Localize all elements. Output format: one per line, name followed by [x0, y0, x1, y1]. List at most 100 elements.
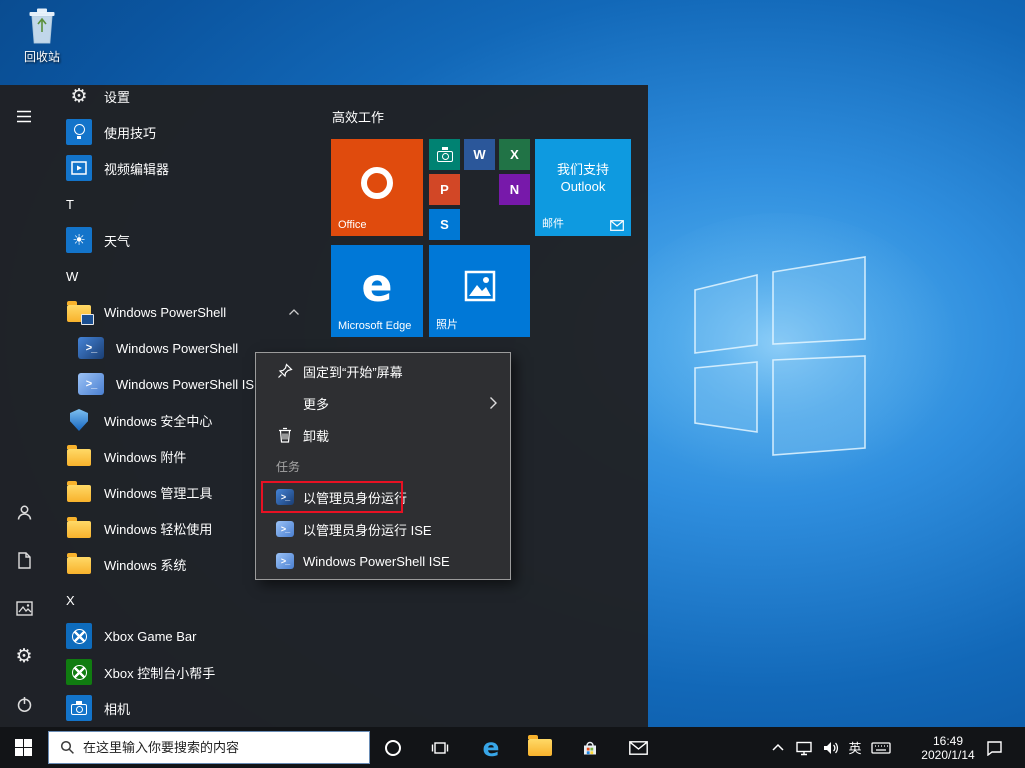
app-folder-powershell-expanded[interactable]: Windows PowerShell — [48, 294, 310, 330]
mail-tile-text: 我们支持 Outlook — [535, 139, 631, 195]
lightbulb-icon — [66, 119, 92, 145]
app-item-weather[interactable]: 天气 — [48, 222, 310, 258]
tile-camera-small[interactable] — [429, 139, 460, 170]
app-item-xbox-console-companion[interactable]: Xbox 控制台小帮手 — [48, 654, 310, 690]
app-section-T[interactable]: T — [48, 186, 310, 222]
recycle-bin-icon — [24, 6, 60, 46]
action-center-icon — [986, 740, 1003, 756]
video-editor-icon — [66, 155, 92, 181]
file-explorer-button[interactable] — [520, 727, 560, 768]
security-shield-icon — [66, 407, 92, 433]
chevron-up-icon — [771, 743, 785, 752]
network-icon — [795, 740, 815, 756]
search-input[interactable] — [83, 740, 369, 755]
cortana-icon — [385, 740, 401, 756]
mail-envelope-icon — [629, 741, 648, 755]
action-center-button[interactable] — [976, 727, 1012, 768]
user-icon — [16, 504, 33, 521]
edge-icon — [483, 733, 500, 762]
ime-indicator[interactable]: 英 — [844, 727, 866, 768]
task-view-icon — [431, 740, 449, 756]
ime-label: 英 — [848, 738, 861, 757]
start-menu-rail — [0, 85, 48, 727]
taskbar: 英 16:49 2020/1/14 — [0, 727, 1025, 768]
context-more[interactable]: 更多 — [256, 387, 510, 419]
folder-icon — [528, 739, 552, 756]
tray-time: 16:49 — [933, 734, 963, 748]
pin-icon — [276, 363, 294, 379]
small-tile-grid: W X P N S — [429, 139, 530, 236]
camera-icon — [66, 695, 92, 721]
powershell-folder-icon — [66, 299, 92, 325]
hamburger-icon — [16, 110, 32, 123]
tile-photos[interactable]: 照片 — [429, 245, 530, 337]
task-view-button[interactable] — [420, 727, 460, 768]
recycle-bin[interactable]: 回收站 — [14, 6, 70, 65]
tray-show-hidden-button[interactable] — [766, 727, 790, 768]
tile-mail[interactable]: 我们支持 Outlook 邮件 — [535, 139, 631, 236]
expand-menu-button[interactable] — [0, 92, 48, 140]
touch-keyboard-button[interactable] — [868, 727, 894, 768]
tile-skype[interactable]: S — [429, 209, 460, 240]
camera-icon — [437, 151, 453, 162]
documents-button[interactable] — [0, 536, 48, 584]
windows-logo-icon — [15, 739, 32, 756]
context-run-as-admin-ise[interactable]: 以管理员身份运行 ISE — [256, 513, 510, 545]
settings-button[interactable] — [0, 632, 48, 680]
tray-date: 2020/1/14 — [921, 748, 974, 762]
cortana-button[interactable] — [373, 727, 413, 768]
power-icon — [16, 696, 33, 713]
app-section-W[interactable]: W — [48, 258, 310, 294]
context-pin-to-start[interactable]: 固定到“开始”屏幕 — [256, 355, 510, 387]
tile-onenote[interactable]: N — [499, 174, 530, 205]
xbox-green-icon — [66, 659, 92, 685]
context-tasks-header: 任务 — [256, 451, 510, 481]
app-item-video-editor[interactable]: 视频编辑器 — [48, 150, 310, 186]
tile-microsoft-edge[interactable]: Microsoft Edge — [331, 245, 423, 337]
user-button[interactable] — [0, 488, 48, 536]
tile-excel[interactable]: X — [499, 139, 530, 170]
context-powershell-ise[interactable]: Windows PowerShell ISE — [256, 545, 510, 577]
app-item-xbox-game-bar[interactable]: Xbox Game Bar — [48, 618, 310, 654]
store-button[interactable] — [570, 727, 610, 768]
mail-envelope-icon — [610, 220, 624, 231]
taskbar-search-box[interactable] — [48, 731, 370, 764]
tile-word[interactable]: W — [464, 139, 495, 170]
app-item-tips[interactable]: 使用技巧 — [48, 114, 310, 150]
edge-taskbar-button[interactable] — [471, 727, 511, 768]
power-button[interactable] — [0, 680, 48, 727]
folder-icon — [66, 515, 92, 541]
powershell-ise-icon — [78, 371, 104, 397]
gear-icon — [15, 645, 32, 667]
app-section-X[interactable]: X — [48, 582, 310, 618]
tile-office[interactable]: Office — [331, 139, 423, 236]
keyboard-icon — [871, 741, 891, 755]
weather-icon — [66, 227, 92, 253]
context-run-as-admin[interactable]: 以管理员身份运行 — [256, 481, 510, 513]
app-item-settings[interactable]: 设置 — [48, 85, 310, 114]
powershell-ise-icon — [276, 553, 294, 569]
chevron-right-icon — [488, 396, 498, 410]
tile-group-title[interactable]: 高效工作 — [332, 107, 384, 126]
xbox-icon — [66, 623, 92, 649]
powershell-ise-icon — [276, 521, 294, 537]
folder-icon — [66, 479, 92, 505]
folder-icon — [66, 551, 92, 577]
pictures-icon — [16, 601, 33, 616]
network-tray-button[interactable] — [792, 727, 818, 768]
photos-icon — [462, 268, 498, 304]
folder-icon — [66, 443, 92, 469]
mail-button[interactable] — [618, 727, 658, 768]
context-uninstall[interactable]: 卸载 — [256, 419, 510, 451]
powershell-icon — [276, 489, 294, 505]
pictures-button[interactable] — [0, 584, 48, 632]
start-button[interactable] — [0, 727, 46, 768]
speaker-icon — [822, 740, 840, 756]
edge-logo-icon — [361, 258, 392, 312]
tile-powerpoint[interactable]: P — [429, 174, 460, 205]
search-icon — [60, 740, 75, 755]
powershell-context-menu: 固定到“开始”屏幕 更多 卸载 任务 以管理员身份运行 以管理员身份运行 ISE — [255, 352, 511, 580]
volume-tray-button[interactable] — [818, 727, 844, 768]
app-item-camera[interactable]: 相机 — [48, 690, 310, 726]
screen: 回收站 — [0, 0, 1025, 768]
